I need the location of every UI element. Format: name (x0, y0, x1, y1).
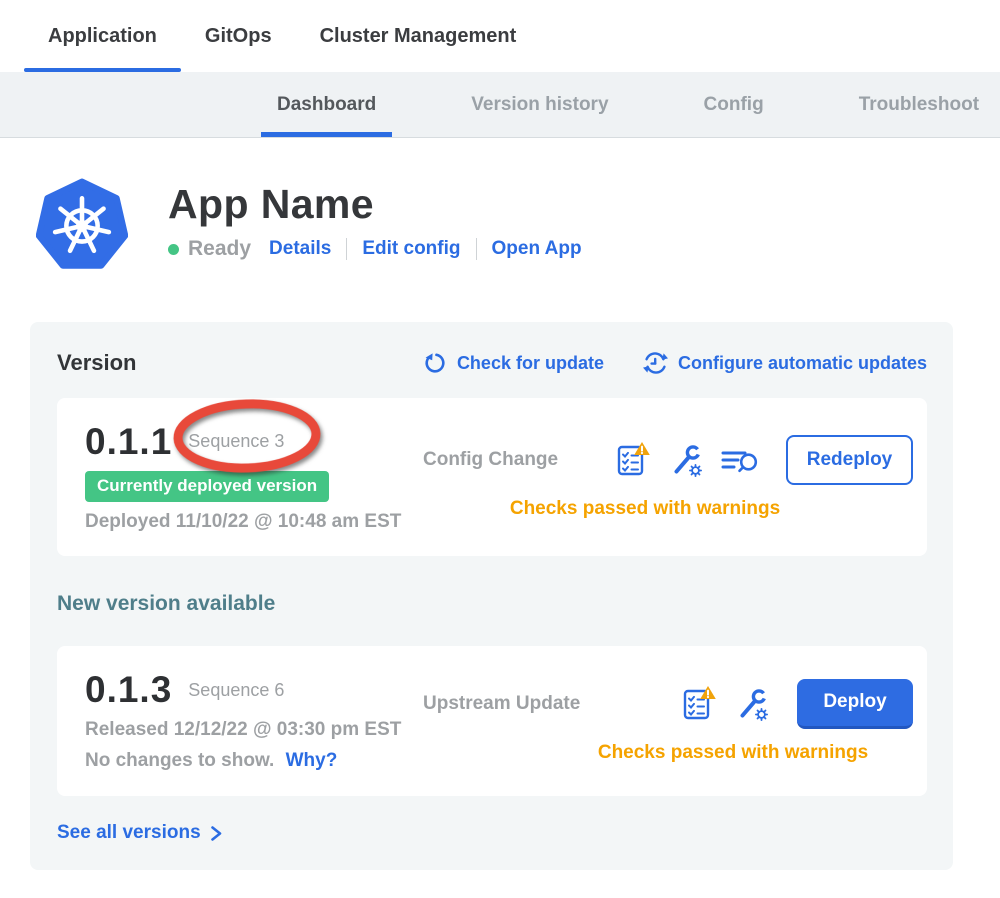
tab-config[interactable]: Config (688, 72, 780, 137)
secondary-nav: Dashboard Version history Config Trouble… (0, 72, 1000, 138)
page-title: App Name (168, 182, 582, 226)
kubernetes-logo-icon (36, 178, 128, 272)
preflight-checks-icon[interactable] (617, 442, 651, 478)
configure-automatic-updates-link[interactable]: Configure automatic updates (642, 350, 927, 376)
released-timestamp: Released 12/12/22 @ 03:30 pm EST (85, 719, 423, 741)
tab-application[interactable]: Application (24, 0, 181, 72)
view-files-icon[interactable] (721, 445, 758, 475)
new-version-card: 0.1.3 Sequence 6 Released 12/12/22 @ 03:… (57, 646, 927, 796)
see-all-versions-link[interactable]: See all versions (57, 822, 927, 844)
configure-automatic-updates-label: Configure automatic updates (678, 353, 927, 374)
preflight-checks-icon[interactable] (683, 686, 717, 722)
new-version-number: 0.1.3 (85, 670, 172, 710)
checks-status-current: Checks passed with warnings (423, 498, 913, 520)
no-changes-note: No changes to show. (85, 750, 274, 771)
tab-gitops[interactable]: GitOps (181, 0, 296, 72)
divider (476, 238, 477, 260)
divider (346, 238, 347, 260)
app-header: App Name Ready Details Edit config Open … (0, 138, 1000, 272)
version-panel: Version Check for update (30, 322, 953, 870)
version-source-label: Upstream Update (423, 693, 580, 715)
check-for-update-label: Check for update (457, 353, 604, 374)
tab-version-history[interactable]: Version history (455, 72, 624, 137)
current-version-sequence: Sequence 3 (188, 431, 284, 452)
refresh-icon (422, 350, 448, 376)
primary-nav: Application GitOps Cluster Management (0, 0, 1000, 72)
auto-update-clock-icon (642, 350, 669, 376)
deploy-button[interactable]: Deploy (797, 679, 913, 729)
status-badge: Ready (188, 237, 251, 261)
app-status-row: Ready Details Edit config Open App (168, 237, 582, 261)
current-version-number: 0.1.1 (85, 422, 172, 462)
chevron-right-icon (210, 825, 223, 842)
new-version-heading: New version available (57, 592, 927, 616)
current-version-card: 0.1.1 Sequence 3 Currently deployed vers… (57, 398, 927, 556)
edit-config-link[interactable]: Edit config (362, 238, 460, 260)
check-for-update-link[interactable]: Check for update (422, 350, 604, 376)
see-all-versions-label: See all versions (57, 822, 201, 844)
open-app-link[interactable]: Open App (492, 238, 582, 260)
checks-status-new: Checks passed with warnings (423, 742, 913, 764)
tab-cluster-management[interactable]: Cluster Management (296, 0, 541, 72)
currently-deployed-badge: Currently deployed version (85, 471, 329, 502)
status-dot-icon (168, 244, 179, 255)
edit-config-icon[interactable] (735, 687, 769, 721)
version-panel-title: Version (57, 350, 136, 376)
edit-config-icon[interactable] (669, 443, 703, 477)
tab-dashboard[interactable]: Dashboard (261, 72, 392, 137)
version-source-label: Config Change (423, 449, 558, 471)
deployed-timestamp: Deployed 11/10/22 @ 10:48 am EST (85, 511, 423, 533)
redeploy-button[interactable]: Redeploy (786, 435, 913, 485)
new-version-sequence: Sequence 6 (188, 680, 284, 701)
details-link[interactable]: Details (269, 238, 331, 260)
why-link[interactable]: Why? (286, 750, 338, 771)
tab-troubleshoot[interactable]: Troubleshoot (843, 72, 995, 137)
